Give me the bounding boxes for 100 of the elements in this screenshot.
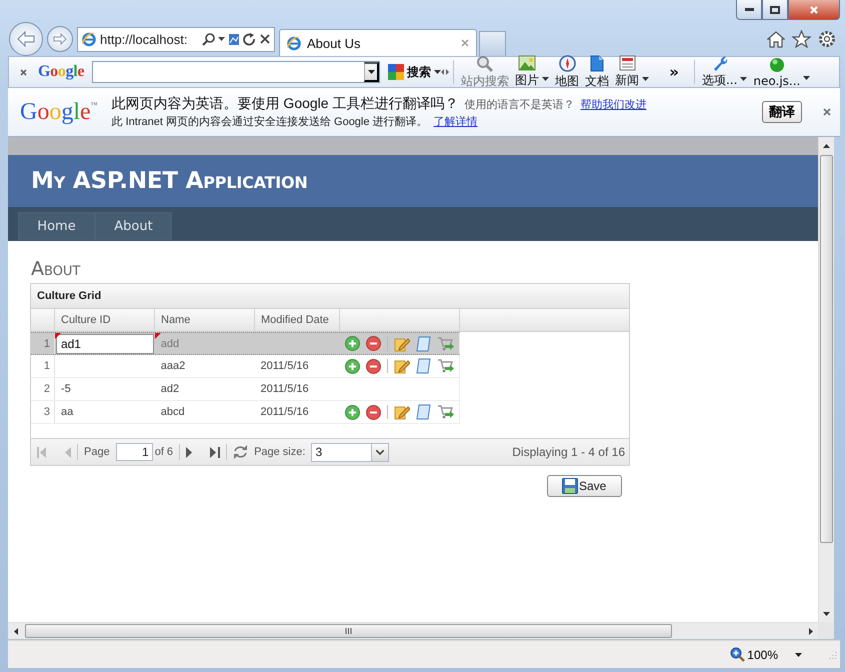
maximize-button[interactable] — [762, 0, 788, 20]
remove-icon[interactable] — [366, 404, 382, 420]
caret-icon[interactable] — [542, 77, 550, 81]
caret-icon[interactable] — [803, 76, 810, 80]
remove-icon[interactable] — [366, 358, 382, 374]
add-icon[interactable] — [345, 358, 360, 374]
settings-icon[interactable] — [818, 30, 836, 48]
add-icon[interactable] — [345, 404, 360, 420]
scrollbar-thumb[interactable] — [25, 624, 672, 638]
caret-icon[interactable] — [642, 77, 650, 81]
page-size-label: Page size: — [254, 446, 306, 458]
improve-link[interactable]: 帮助我们改进 — [580, 97, 646, 112]
minimize-icon[interactable] — [744, 8, 754, 11]
page-size-select[interactable]: 3 — [311, 442, 390, 462]
close-button[interactable] — [788, 0, 840, 20]
table-row[interactable]: 1 aaa2 2011/5/16 — [31, 355, 460, 378]
caret-icon[interactable] — [740, 77, 748, 81]
edit-icon[interactable] — [394, 404, 410, 420]
close-icon[interactable] — [19, 68, 28, 76]
menu-item[interactable]: About — [95, 212, 172, 240]
tab-close-icon[interactable] — [460, 38, 470, 48]
maximize-icon[interactable] — [770, 6, 780, 14]
cart-icon[interactable] — [437, 404, 454, 420]
caret-icon[interactable] — [434, 70, 442, 74]
toolbar-button[interactable]: 文档 — [582, 54, 612, 90]
add-icon[interactable] — [345, 336, 360, 351]
vertical-scrollbar[interactable] — [818, 137, 834, 622]
translate-button[interactable]: 翻译 — [762, 101, 802, 123]
dropdown-button[interactable] — [364, 62, 380, 82]
cart-icon[interactable] — [437, 358, 454, 374]
page-number-field[interactable]: 1 — [116, 443, 153, 461]
scroll-up-icon[interactable] — [823, 144, 830, 148]
last-page-icon[interactable] — [210, 446, 220, 458]
forward-arrow-icon — [53, 33, 67, 45]
scroll-down-icon[interactable] — [823, 612, 830, 616]
save-button[interactable]: Save — [547, 475, 622, 497]
column-header[interactable]: Name — [161, 314, 190, 326]
scroll-left-icon[interactable] — [14, 628, 18, 634]
table-cell: abcd — [160, 406, 185, 418]
remove-icon[interactable] — [366, 336, 382, 351]
dropdown-icon — [376, 450, 384, 454]
account-status-icon — [768, 56, 785, 72]
search-button[interactable]: 搜索 — [388, 64, 442, 80]
grid-title: Culture Grid — [37, 290, 102, 302]
google-logo[interactable]: Google — [38, 63, 84, 81]
forward-button[interactable] — [47, 26, 73, 52]
options-button[interactable]: 选项... — [698, 55, 750, 89]
table-cell: ad2 — [160, 383, 180, 395]
next-page-icon[interactable] — [186, 446, 192, 458]
page-label: Page — [84, 446, 110, 458]
wrench-icon — [712, 55, 728, 71]
table-row[interactable]: 1 ad1 add — [31, 332, 460, 355]
scrollbar-thumb[interactable] — [820, 155, 833, 543]
magnifier-icon — [476, 54, 494, 72]
table-row[interactable]: 2 -5 ad2 2011/5/16 — [31, 378, 460, 401]
zoom-button[interactable]: 100% — [730, 647, 778, 662]
edit-icon[interactable] — [394, 336, 410, 352]
resize-icon[interactable] — [441, 69, 450, 75]
document-icon[interactable] — [416, 336, 432, 352]
toolbar-button[interactable]: 地图 — [552, 54, 582, 90]
row-number: 3 — [44, 406, 50, 418]
scroll-right-icon[interactable] — [808, 628, 812, 634]
more-button[interactable]: » — [666, 63, 682, 81]
caret-icon[interactable] — [368, 70, 375, 74]
table-row[interactable]: 3 aa abcd 2011/5/16 — [31, 401, 460, 424]
search-icon[interactable] — [202, 32, 215, 46]
minimize-button[interactable] — [736, 0, 762, 20]
horizontal-scrollbar[interactable] — [8, 622, 818, 639]
star-icon[interactable] — [792, 30, 811, 48]
culture-id-field[interactable]: ad1 — [56, 334, 154, 354]
document-icon[interactable] — [416, 358, 432, 374]
document-icon — [590, 54, 604, 72]
account-button[interactable]: neo.js... — [750, 56, 814, 88]
table-cell: aa — [60, 406, 74, 418]
refresh-icon[interactable] — [243, 32, 256, 46]
caret-icon[interactable] — [218, 37, 225, 41]
close-icon[interactable] — [822, 107, 832, 117]
home-icon[interactable] — [767, 30, 785, 48]
zoom-caret-icon[interactable] — [795, 652, 802, 656]
column-header[interactable]: Modified Date — [261, 314, 329, 326]
document-icon[interactable] — [416, 404, 432, 420]
stop-icon[interactable] — [259, 33, 271, 45]
site-title: My ASP.NET Application — [31, 168, 308, 194]
column-header[interactable]: Culture ID — [61, 314, 111, 326]
grip-icon — [345, 628, 352, 634]
back-button[interactable] — [9, 22, 43, 56]
table-cell: 2011/5/16 — [260, 383, 309, 395]
browser-tab[interactable]: About Us — [279, 29, 477, 56]
page-count: of 6 — [154, 446, 174, 458]
compatibility-icon[interactable] — [228, 32, 240, 46]
table-cell: aaa2 — [160, 360, 186, 372]
row-number: 1 — [44, 360, 50, 372]
search-field[interactable] — [92, 61, 380, 83]
compass-icon — [558, 54, 576, 72]
browser-logo-icon — [81, 31, 97, 47]
menu-item[interactable]: Home — [18, 212, 95, 240]
details-link[interactable]: 了解详情 — [434, 114, 478, 129]
address-field[interactable]: http://localhost: — [77, 26, 275, 52]
resize-grip-icon — [828, 650, 837, 659]
edit-icon[interactable] — [394, 358, 410, 374]
